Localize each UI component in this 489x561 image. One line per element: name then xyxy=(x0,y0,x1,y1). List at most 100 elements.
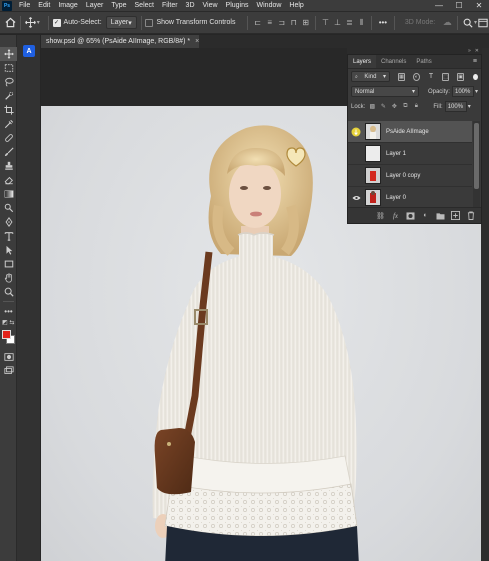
show-transform-checkbox[interactable]: Show Transform Controls xyxy=(145,18,235,27)
link-icon[interactable]: ⛓︎ xyxy=(376,211,385,220)
zoom-icon[interactable] xyxy=(0,285,17,299)
layer-name[interactable]: Layer 0 copy xyxy=(386,173,420,179)
dodge-icon[interactable] xyxy=(0,201,17,215)
adjustment-icon[interactable]: ◐ xyxy=(421,211,430,220)
clone-stamp-icon[interactable] xyxy=(0,159,17,173)
canvas-vertical-scrollbar[interactable] xyxy=(481,48,489,561)
foreground-color-swatch[interactable] xyxy=(2,330,11,339)
menu-3d[interactable]: 3D xyxy=(182,2,199,9)
ai-plugin-icon[interactable]: A xyxy=(23,45,35,57)
brush-icon[interactable] xyxy=(0,145,17,159)
menu-select[interactable]: Select xyxy=(131,2,158,9)
lock-pixels-icon[interactable]: ✎ xyxy=(379,103,387,111)
more-options-icon[interactable]: ••• xyxy=(379,18,387,27)
lock-all-icon[interactable]: 🔒︎ xyxy=(412,103,420,111)
layer-row-psaide-aiimage[interactable]: PsAide AIImage xyxy=(348,121,472,143)
rectangle-icon[interactable] xyxy=(0,257,17,271)
path-select-icon[interactable] xyxy=(0,243,17,257)
default-colors-icon[interactable]: ◩ ⇆ xyxy=(0,318,17,326)
menu-plugins[interactable]: Plugins xyxy=(222,2,253,9)
align-left-icon[interactable]: ⊏ xyxy=(252,17,263,28)
tab-channels[interactable]: Channels xyxy=(376,55,411,68)
gradient-icon[interactable] xyxy=(0,187,17,201)
layer-name[interactable]: PsAide AIImage xyxy=(386,129,429,135)
quick-mask-icon[interactable] xyxy=(0,350,17,364)
eraser-icon[interactable] xyxy=(0,173,17,187)
opacity-field[interactable]: 100% xyxy=(451,86,474,97)
minimize-button[interactable]: — xyxy=(429,0,449,11)
group-icon[interactable] xyxy=(436,211,445,220)
distribute-spacing-icon[interactable]: ⦀ xyxy=(356,17,367,28)
trash-icon[interactable] xyxy=(466,211,475,220)
chevron-down-icon[interactable]: ▾ xyxy=(37,19,40,26)
close-tab-icon[interactable]: × xyxy=(195,38,199,45)
lock-artboard-icon[interactable]: ⧉ xyxy=(401,103,409,111)
align-center-icon[interactable]: ≡ xyxy=(264,17,275,28)
smart-object-filter-icon[interactable]: ▣ xyxy=(457,72,465,81)
menu-type[interactable]: Type xyxy=(107,2,130,9)
maximize-button[interactable]: ☐ xyxy=(449,0,469,11)
menu-edit[interactable]: Edit xyxy=(34,2,54,9)
move-tool-preset-icon[interactable] xyxy=(25,15,37,31)
visibility-toggle-icon[interactable]: • xyxy=(351,149,361,159)
auto-select-target-dropdown[interactable]: Layer ▾ xyxy=(105,16,137,29)
layer-row-layer-1[interactable]: • Layer 1 xyxy=(348,143,472,165)
menu-window[interactable]: Window xyxy=(253,2,286,9)
type-filter-icon[interactable]: T xyxy=(428,73,435,81)
pen-icon[interactable] xyxy=(0,215,17,229)
distribute-center-icon[interactable]: ⊥ xyxy=(332,17,343,28)
distribute-bottom-icon[interactable]: ≣ xyxy=(344,17,355,28)
document-tab[interactable]: show.psd @ 65% (PsAide AIImage, RGB/8#) … xyxy=(41,35,199,48)
crop-icon[interactable] xyxy=(0,103,17,117)
layer-row-layer-0-copy[interactable]: • Layer 0 copy xyxy=(348,165,472,187)
distribute-top-icon[interactable]: ⊤ xyxy=(320,17,331,28)
search-icon[interactable] xyxy=(462,15,474,31)
filter-toggle-icon[interactable] xyxy=(473,73,478,80)
menu-view[interactable]: View xyxy=(199,2,222,9)
healing-icon[interactable] xyxy=(0,131,17,145)
kind-filter-dropdown[interactable]: ⌕ Kind ▾ xyxy=(351,71,390,82)
chevron-down-icon[interactable]: ▾ xyxy=(468,103,471,110)
align-right-icon[interactable]: ⊐ xyxy=(276,17,287,28)
pixel-filter-icon[interactable]: ▦ xyxy=(398,72,405,81)
quick-select-icon[interactable] xyxy=(0,89,17,103)
more-tools-icon[interactable]: ••• xyxy=(0,304,17,318)
layer-name[interactable]: Layer 0 xyxy=(386,195,406,201)
panel-menu-icon[interactable]: ≡ xyxy=(473,58,477,65)
auto-select-checkbox[interactable]: ✓ Auto-Select: xyxy=(52,18,102,27)
close-window-button[interactable]: ✕ xyxy=(469,0,489,11)
menu-layer[interactable]: Layer xyxy=(82,2,108,9)
marquee-icon[interactable] xyxy=(0,61,17,75)
shape-filter-icon[interactable]: ⬚ xyxy=(442,72,450,81)
menu-help[interactable]: Help xyxy=(285,2,307,9)
menu-filter[interactable]: Filter xyxy=(158,2,182,9)
lock-transparency-icon[interactable]: ▩ xyxy=(368,103,376,111)
align-top-icon[interactable]: ⊓ xyxy=(288,17,299,28)
hand-icon[interactable] xyxy=(0,271,17,285)
adjustment-filter-icon[interactable]: ◐ xyxy=(412,72,420,81)
eye-icon[interactable] xyxy=(351,193,361,203)
fx-icon[interactable]: fx xyxy=(391,211,400,220)
visibility-toggle-icon[interactable]: • xyxy=(351,171,361,181)
layer-name[interactable]: Layer 1 xyxy=(386,151,406,157)
lock-position-icon[interactable]: ✥ xyxy=(390,103,398,111)
type-icon[interactable] xyxy=(0,229,17,243)
tab-paths[interactable]: Paths xyxy=(411,55,436,68)
3d-orbit-icon[interactable]: ☁ xyxy=(441,15,453,31)
visibility-toggle-icon[interactable] xyxy=(351,127,361,137)
eyedropper-icon[interactable] xyxy=(0,117,17,131)
home-icon[interactable] xyxy=(4,15,16,31)
layer-row-layer-0[interactable]: Layer 0 xyxy=(348,187,472,209)
align-middle-icon[interactable]: ⊞ xyxy=(300,17,311,28)
menu-file[interactable]: File xyxy=(15,2,34,9)
move-icon[interactable] xyxy=(0,47,17,61)
lasso-icon[interactable] xyxy=(0,75,17,89)
scrollbar-thumb[interactable] xyxy=(474,123,479,189)
workspace-icon[interactable] xyxy=(477,15,489,31)
new-layer-icon[interactable] xyxy=(451,211,460,220)
screen-mode-icon[interactable] xyxy=(0,364,17,378)
layers-scrollbar[interactable] xyxy=(473,121,480,208)
blend-mode-dropdown[interactable]: Normal ▾ xyxy=(351,86,419,97)
mask-icon[interactable] xyxy=(406,211,415,220)
fill-field[interactable]: 100% xyxy=(444,101,467,112)
